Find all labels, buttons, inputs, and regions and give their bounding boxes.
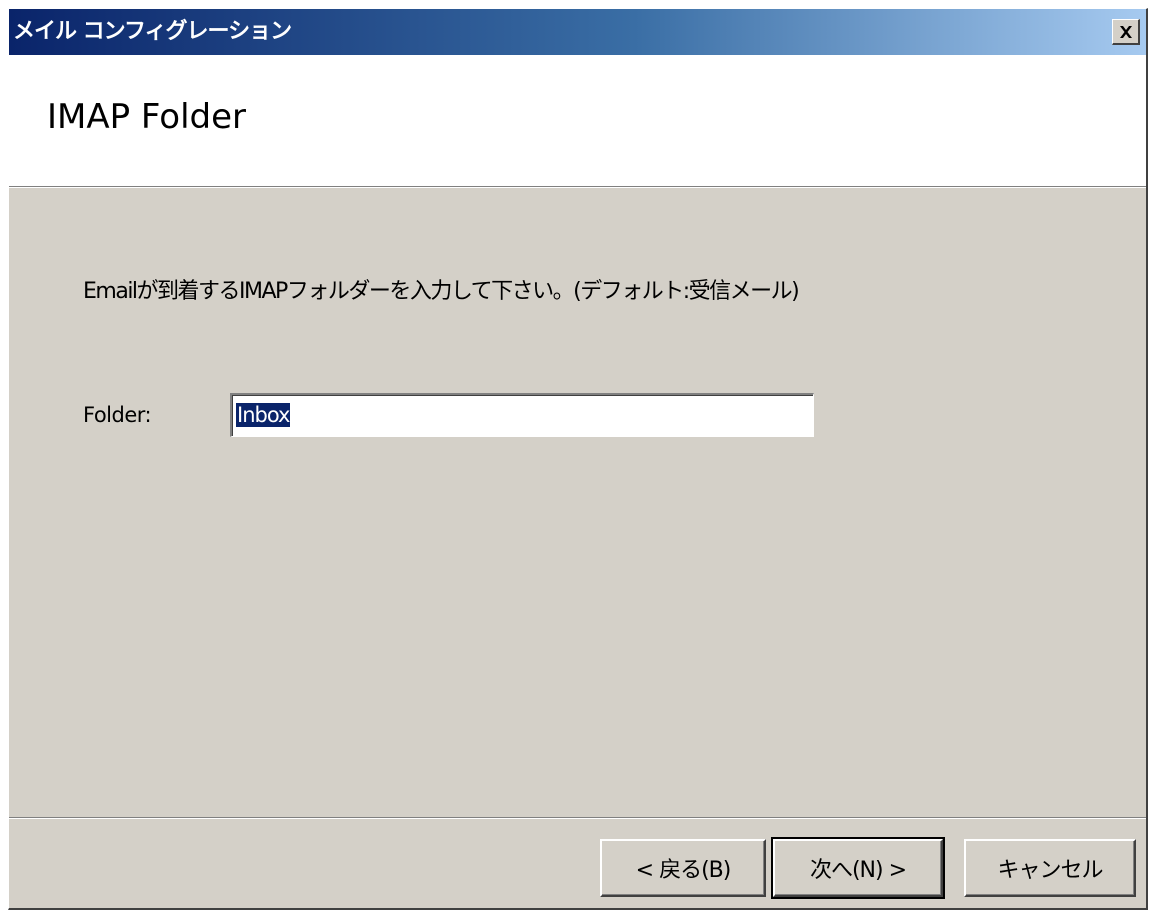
folder-input[interactable]: Inbox: [230, 393, 814, 437]
close-button[interactable]: [1112, 19, 1140, 45]
folder-label: Folder:: [83, 403, 152, 427]
close-icon: [1119, 25, 1132, 38]
instruction-text: Emailが到着するIMAPフォルダーを入力して下さい。(デフォルト:受信メール…: [83, 279, 800, 304]
back-button[interactable]: < 戻る(B): [600, 839, 766, 897]
wizard-header: IMAP Folder: [9, 55, 1146, 188]
window-title: メイル コンフィグレーション: [13, 19, 292, 44]
cancel-button[interactable]: キャンセル: [964, 839, 1136, 897]
folder-input-value: Inbox: [236, 403, 290, 427]
next-button[interactable]: 次へ(N) >: [771, 837, 945, 899]
footer-separator: [9, 817, 1146, 819]
page-title: IMAP Folder: [47, 97, 247, 137]
dialog-window: メイル コンフィグレーション IMAP Folder Emailが到着するIMA…: [8, 8, 1148, 910]
title-bar[interactable]: メイル コンフィグレーション: [9, 9, 1146, 55]
